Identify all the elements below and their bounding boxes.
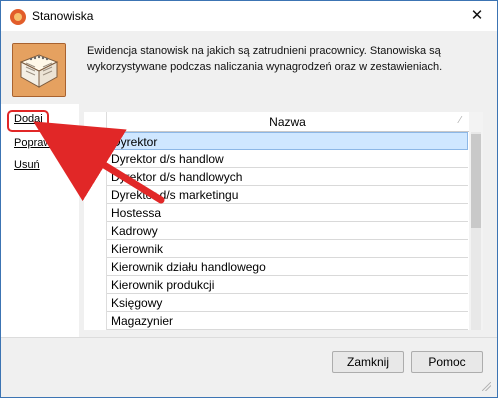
table-row[interactable]: Kadrowy: [84, 222, 469, 240]
row-indicator: [84, 186, 107, 204]
scrollbar-thumb[interactable]: [471, 134, 481, 228]
app-icon: [10, 9, 26, 25]
row-indicator: [84, 132, 107, 150]
row-cell-name[interactable]: Dyrektor d/s marketingu: [107, 186, 468, 204]
row-indicator: [84, 312, 107, 330]
grid-rows: Dyrektor Dyrektor d/s handlow Dyrektor d…: [84, 132, 469, 330]
row-cell-name[interactable]: Kierownik produkcji: [107, 276, 468, 294]
row-indicator: [84, 240, 107, 258]
table-row[interactable]: Dyrektor: [84, 132, 469, 150]
delete-link[interactable]: Usuń: [14, 159, 40, 171]
row-indicator: [84, 276, 107, 294]
row-indicator: [84, 258, 107, 276]
close-icon[interactable]: ✕: [467, 6, 487, 26]
table-row[interactable]: Dyrektor d/s marketingu: [84, 186, 469, 204]
help-button[interactable]: Pomoc: [411, 351, 483, 373]
row-indicator: [84, 222, 107, 240]
row-indicator: [84, 168, 107, 186]
table-row[interactable]: Księgowy: [84, 294, 469, 312]
vertical-scrollbar[interactable]: [469, 112, 483, 330]
sort-icon: ⁄: [459, 115, 461, 126]
close-button[interactable]: Zamknij: [332, 351, 404, 373]
add-link-highlight: [7, 110, 49, 132]
table-row[interactable]: Dyrektor d/s handlow: [84, 150, 469, 168]
dialog-window: Stanowiska ✕ Ewidencja stanowisk na jaki…: [0, 0, 498, 398]
table-row[interactable]: Kierownik działu handlowego: [84, 258, 469, 276]
row-cell-name[interactable]: Dyrektor d/s handlowych: [107, 168, 468, 186]
header-panel: Ewidencja stanowisk na jakich są zatrudn…: [1, 31, 497, 103]
row-cell-name[interactable]: Dyrektor d/s handlow: [107, 150, 468, 168]
positions-grid: Nazwa ⁄ Dyrektor Dyrektor d/s handlow Dy…: [84, 112, 469, 330]
row-indicator-header: [84, 112, 107, 131]
table-row[interactable]: Kierownik: [84, 240, 469, 258]
column-header-name[interactable]: Nazwa: [107, 112, 468, 131]
row-pointer-icon: [89, 136, 96, 146]
row-cell-name[interactable]: Magazynier: [107, 312, 468, 330]
row-cell-name[interactable]: Księgowy: [107, 294, 468, 312]
row-cell-name[interactable]: Kierownik działu handlowego: [107, 258, 468, 276]
row-cell-name[interactable]: Hostessa: [107, 204, 468, 222]
row-cell-name[interactable]: Kierownik: [107, 240, 468, 258]
table-row[interactable]: Kierownik produkcji: [84, 276, 469, 294]
row-indicator: [84, 150, 107, 168]
footer-divider: [1, 337, 497, 338]
table-row[interactable]: Dyrektor d/s handlowych: [84, 168, 469, 186]
edit-link[interactable]: Popraw: [14, 137, 51, 149]
table-row[interactable]: Hostessa: [84, 204, 469, 222]
row-indicator: [84, 204, 107, 222]
window-title: Stanowiska: [32, 9, 94, 23]
resize-grip-icon[interactable]: [482, 382, 491, 391]
row-cell-name[interactable]: Dyrektor: [107, 132, 468, 150]
table-row[interactable]: Magazynier: [84, 312, 469, 330]
row-indicator: [84, 294, 107, 312]
title-bar: Stanowiska ✕: [1, 1, 497, 31]
intro-text: Ewidencja stanowisk na jakich są zatrudn…: [87, 45, 443, 73]
grid-header: Nazwa ⁄: [84, 112, 469, 132]
folder-book-icon: [12, 43, 66, 97]
row-cell-name[interactable]: Kadrowy: [107, 222, 468, 240]
